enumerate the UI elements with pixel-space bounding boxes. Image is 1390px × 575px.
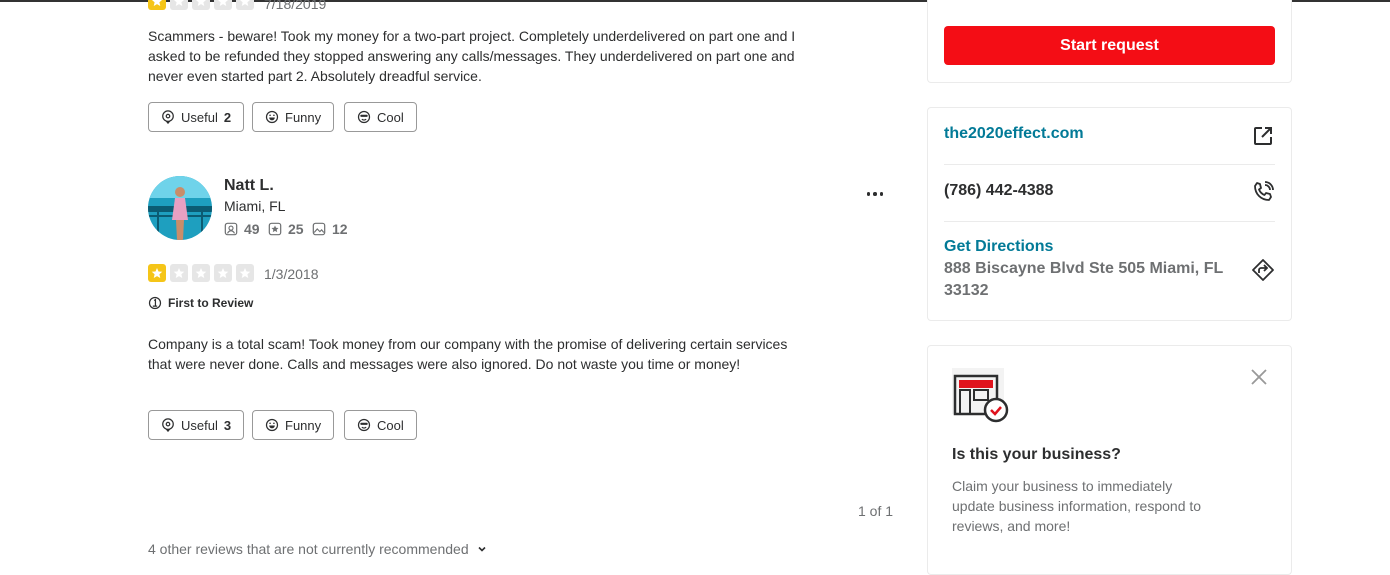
review2-funny-button[interactable]: Funny: [252, 410, 335, 440]
user-avatar[interactable]: [148, 176, 212, 240]
funny-label: Funny: [285, 109, 322, 125]
more-dot: [879, 192, 884, 196]
review1-rating-stars: [148, 0, 254, 10]
user-reviews-stat: 25: [268, 221, 304, 237]
get-directions-link[interactable]: Get Directions: [944, 238, 1275, 256]
cool-label: Cool: [377, 109, 404, 125]
directions-row[interactable]: Get Directions 888 Biscayne Blvd Ste 505…: [944, 238, 1275, 302]
pagination-info: 1 of 1: [858, 503, 894, 519]
business-address: 888 Biscayne Blvd Ste 505 Miami, FL 3313…: [944, 260, 1223, 299]
cool-icon: [357, 110, 371, 124]
star-icon: [148, 0, 166, 10]
phone-number: (786) 442-4388: [944, 182, 1054, 199]
review2-rating-stars: [148, 264, 254, 282]
funny-icon: [265, 418, 279, 432]
useful-label: Useful: [181, 109, 218, 125]
user-photos-stat: 12: [312, 221, 348, 237]
user-name[interactable]: Natt L.: [224, 177, 274, 195]
star-icon: [214, 0, 232, 10]
star-icon: [214, 264, 232, 282]
useful-icon: [162, 418, 174, 432]
phone-icon[interactable]: [1251, 180, 1275, 204]
useful-label: Useful: [181, 417, 218, 433]
start-request-button[interactable]: Start request: [944, 26, 1275, 65]
cool-label: Cool: [377, 417, 404, 433]
reviews-icon: [268, 222, 282, 236]
claim-description: Claim your business to immediately updat…: [952, 478, 1202, 534]
star-icon: [170, 264, 188, 282]
divider: [944, 221, 1275, 222]
star-icon: [148, 264, 166, 282]
divider: [944, 164, 1275, 165]
more-options-button[interactable]: [862, 184, 888, 204]
useful-count: 2: [223, 109, 232, 125]
directions-icon[interactable]: [1251, 258, 1275, 282]
star-icon: [170, 0, 188, 10]
phone-row[interactable]: (786) 442-4388: [944, 181, 1275, 201]
star-icon: [236, 264, 254, 282]
review2-cool-button[interactable]: Cool: [344, 410, 417, 440]
website-row[interactable]: the2020effect.com: [944, 125, 1275, 145]
external-link-icon[interactable]: [1251, 124, 1275, 148]
other-reviews-label: 4 other reviews that are not currently r…: [148, 541, 469, 557]
cool-icon: [357, 418, 371, 432]
user-location: Miami, FL: [224, 198, 286, 214]
review1-funny-button[interactable]: Funny: [252, 102, 335, 132]
star-icon: [192, 0, 210, 10]
user-friends-stat: 49: [224, 221, 260, 237]
friends-icon: [224, 222, 238, 236]
star-icon: [192, 264, 210, 282]
close-icon[interactable]: [1249, 367, 1269, 387]
review1-text: Scammers - beware! Took my money for a t…: [148, 28, 796, 84]
photos-count: 12: [332, 221, 348, 237]
review2-text: Company is a total scam! Took money from…: [148, 336, 788, 372]
review2-date: 1/3/2018: [264, 266, 319, 282]
useful-icon: [162, 110, 174, 124]
star-icon: [236, 0, 254, 10]
more-dot: [873, 192, 877, 196]
other-reviews-toggle[interactable]: 4 other reviews that are not currently r…: [148, 541, 487, 557]
funny-label: Funny: [285, 417, 322, 433]
first-to-review-badge: First to Review: [148, 296, 253, 310]
friends-count: 49: [244, 221, 260, 237]
first-review-icon: [148, 296, 162, 310]
review2-useful-button[interactable]: Useful 3: [148, 410, 245, 440]
first-review-label: First to Review: [168, 296, 254, 310]
review1-date: 7/18/2019: [264, 0, 327, 12]
website-link[interactable]: the2020effect.com: [944, 125, 1275, 143]
funny-icon: [265, 110, 279, 124]
review1-useful-button[interactable]: Useful 2: [148, 102, 245, 132]
useful-count: 3: [223, 417, 232, 433]
chevron-down-icon: [478, 546, 486, 552]
reviews-count: 25: [288, 221, 304, 237]
storefront-icon: [952, 368, 1009, 423]
more-dot: [866, 192, 871, 196]
photos-icon: [312, 222, 326, 236]
claim-title: Is this your business?: [952, 446, 1121, 463]
review1-cool-button[interactable]: Cool: [344, 102, 417, 132]
